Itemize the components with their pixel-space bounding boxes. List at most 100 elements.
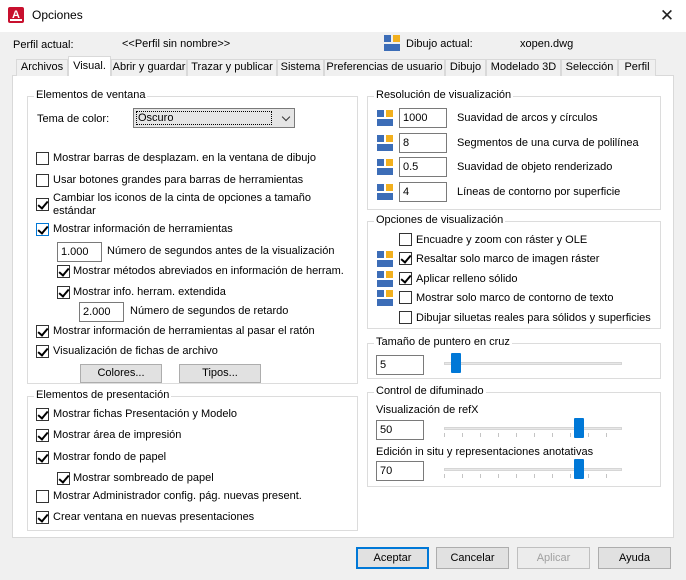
window-title: Opciones xyxy=(32,8,83,22)
paper-shadow-label: Mostrar sombreado de papel xyxy=(73,472,214,484)
drawing-file-icon xyxy=(384,35,400,51)
focus-rect xyxy=(136,111,272,125)
highlight-raster-frame-label: Resaltar solo marco de imagen ráster xyxy=(416,253,600,265)
show-tooltips-checkbox[interactable] xyxy=(36,223,49,236)
layout-tabs-checkbox[interactable] xyxy=(36,408,49,421)
inplace-fade-label: Edición in situ y representaciones anota… xyxy=(376,446,594,458)
tab-seleccion[interactable]: Selección xyxy=(561,59,618,76)
ok-button[interactable]: Aceptar xyxy=(356,547,429,569)
tooltip-delay-input[interactable]: 1.000 xyxy=(57,242,102,262)
large-buttons-label: Usar botones grandes para barras de herr… xyxy=(53,174,304,186)
crosshair-size-slider-thumb[interactable] xyxy=(451,353,461,373)
color-theme-label: Tema de color: xyxy=(37,113,110,125)
fonts-button[interactable]: Tipos... xyxy=(179,364,261,383)
tab-perfil[interactable]: Perfil xyxy=(618,59,656,76)
drawing-file-icon xyxy=(377,184,393,200)
polyline-segments-label: Segmentos de una curva de polilínea xyxy=(457,137,639,149)
contour-lines-input[interactable]: 4 xyxy=(399,182,447,202)
autocad-app-icon: A xyxy=(8,7,24,23)
tab-trazar-y-publicar[interactable]: Trazar y publicar xyxy=(187,59,277,76)
xref-fade-input[interactable]: 50 xyxy=(376,420,424,440)
tab-abrir-y-guardar[interactable]: Abrir y guardar xyxy=(111,59,187,76)
text-boundary-frame-label: Mostrar solo marco de contorno de texto xyxy=(416,292,614,304)
tab-sistema[interactable]: Sistema xyxy=(277,59,324,76)
apply-solid-fill-checkbox[interactable] xyxy=(399,272,412,285)
inplace-fade-input[interactable]: 70 xyxy=(376,461,424,481)
pan-zoom-raster-label: Encuadre y zoom con ráster y OLE xyxy=(416,234,588,246)
fade-control-title: Control de difuminado xyxy=(374,385,486,397)
create-viewport-label: Crear ventana en nuevas presentaciones xyxy=(53,511,255,523)
colors-button[interactable]: Colores... xyxy=(80,364,162,383)
true-silhouettes-checkbox[interactable] xyxy=(399,311,412,324)
xref-fade-slider-ticks xyxy=(444,433,623,437)
create-viewport-checkbox[interactable] xyxy=(36,511,49,524)
help-button[interactable]: Ayuda xyxy=(598,547,671,569)
shortcut-keys-checkbox[interactable] xyxy=(57,265,70,278)
paper-background-label: Mostrar fondo de papel xyxy=(53,451,167,463)
printable-area-checkbox[interactable] xyxy=(36,429,49,442)
file-tabs-checkbox[interactable] xyxy=(36,345,49,358)
apply-button[interactable]: Aplicar xyxy=(517,547,590,569)
rendered-smoothness-input[interactable]: 0.5 xyxy=(399,157,447,177)
tooltip-delay-label: Número de segundos antes de la visualiza… xyxy=(107,245,335,257)
paper-background-checkbox[interactable] xyxy=(36,451,49,464)
crosshair-size-input[interactable]: 5 xyxy=(376,355,424,375)
current-drawing-value: xopen.dwg xyxy=(520,38,574,50)
drawing-file-icon xyxy=(377,251,393,267)
page-setup-manager-checkbox[interactable] xyxy=(36,490,49,503)
xref-fade-slider-thumb[interactable] xyxy=(574,418,584,438)
text-boundary-frame-checkbox[interactable] xyxy=(399,291,412,304)
apply-solid-fill-label: Aplicar relleno sólido xyxy=(416,273,518,285)
window-elements-group: Elementos de ventana xyxy=(27,89,358,384)
close-icon[interactable]: ✕ xyxy=(654,4,680,28)
inplace-fade-slider-ticks xyxy=(444,474,623,478)
inplace-fade-slider-thumb[interactable] xyxy=(574,459,584,479)
tab-preferencias-de-usuario[interactable]: Preferencias de usuario xyxy=(324,59,445,76)
ribbon-icons-checkbox[interactable] xyxy=(36,198,49,211)
arc-smoothness-input[interactable]: 1000 xyxy=(399,108,447,128)
extended-delay-input[interactable]: 2.000 xyxy=(79,302,124,322)
current-drawing-label: Dibujo actual: xyxy=(406,38,473,50)
xref-fade-label: Visualización de refX xyxy=(376,404,479,416)
drawing-file-icon xyxy=(377,271,393,287)
crosshair-size-slider-track[interactable] xyxy=(444,362,622,365)
true-silhouettes-label: Dibujar siluetas reales para sólidos y s… xyxy=(416,312,651,324)
page-setup-manager-label: Mostrar Administrador config. pág. nueva… xyxy=(53,490,302,502)
extended-tooltips-checkbox[interactable] xyxy=(57,286,70,299)
chevron-down-icon xyxy=(281,112,291,122)
extended-tooltips-label: Mostrar info. herram. extendida xyxy=(73,286,226,298)
rollover-tooltips-label: Mostrar información de herramientas al p… xyxy=(53,325,315,337)
inplace-fade-slider-track[interactable] xyxy=(444,468,622,471)
xref-fade-slider-track[interactable] xyxy=(444,427,622,430)
color-theme-dropdown[interactable]: Oscuro xyxy=(133,108,295,128)
scrollbars-checkbox[interactable] xyxy=(36,152,49,165)
extended-delay-label: Número de segundos de retardo xyxy=(130,305,289,317)
window-elements-title: Elementos de ventana xyxy=(34,89,148,101)
show-tooltips-label: Mostrar información de herramientas xyxy=(53,223,233,235)
file-tabs-label: Visualización de fichas de archivo xyxy=(53,345,218,357)
cancel-button[interactable]: Cancelar xyxy=(436,547,509,569)
crosshair-size-title: Tamaño de puntero en cruz xyxy=(374,336,512,348)
drawing-file-icon xyxy=(377,290,393,306)
large-buttons-checkbox[interactable] xyxy=(36,174,49,187)
title-bar xyxy=(0,0,686,32)
printable-area-label: Mostrar área de impresión xyxy=(53,429,182,441)
current-profile-value: <<Perfil sin nombre>> xyxy=(122,38,231,50)
layout-tabs-label: Mostrar fichas Presentación y Modelo xyxy=(53,408,238,420)
drawing-file-icon xyxy=(377,135,393,151)
tab-visual[interactable]: Visual. xyxy=(68,56,111,77)
display-performance-title: Opciones de visualización xyxy=(374,214,506,226)
paper-shadow-checkbox[interactable] xyxy=(57,472,70,485)
drawing-file-icon xyxy=(377,110,393,126)
ribbon-icons-label-line2: estándar xyxy=(53,205,96,217)
contour-lines-label: Líneas de contorno por superficie xyxy=(457,186,621,198)
tab-dibujo[interactable]: Dibujo xyxy=(445,59,486,76)
tab-archivos[interactable]: Archivos xyxy=(16,59,68,76)
scrollbars-label: Mostrar barras de desplazam. en la venta… xyxy=(53,152,316,164)
tab-modelado-3d[interactable]: Modelado 3D xyxy=(486,59,561,76)
ribbon-icons-label-line1: Cambiar los iconos de la cinta de opcion… xyxy=(53,192,312,204)
rollover-tooltips-checkbox[interactable] xyxy=(36,325,49,338)
pan-zoom-raster-checkbox[interactable] xyxy=(399,233,412,246)
highlight-raster-frame-checkbox[interactable] xyxy=(399,252,412,265)
polyline-segments-input[interactable]: 8 xyxy=(399,133,447,153)
